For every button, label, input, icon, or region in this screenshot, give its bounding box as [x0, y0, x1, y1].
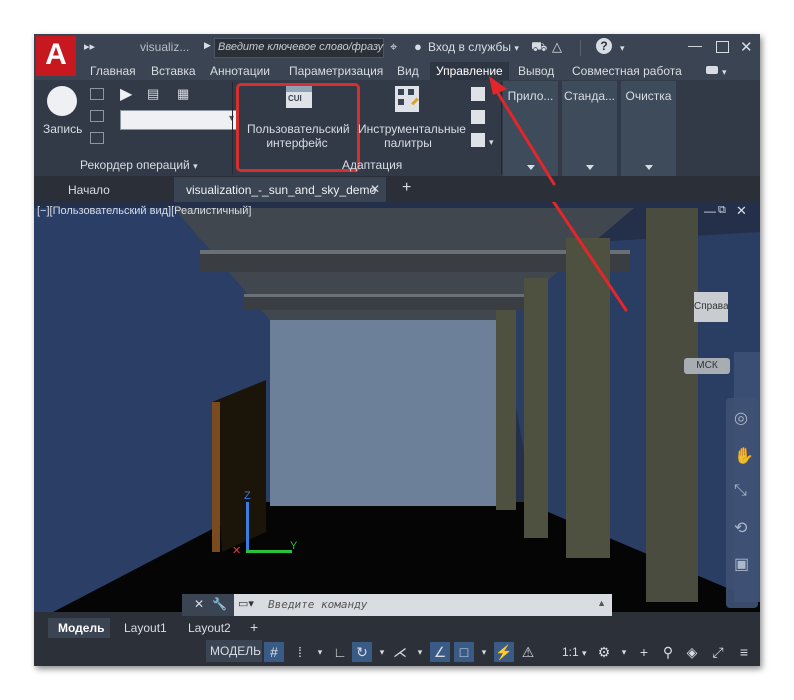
object-snap-dropdown[interactable]: ▾: [474, 642, 494, 662]
workspace-dropdown[interactable]: ▾: [614, 642, 634, 662]
add-layout-button[interactable]: +: [250, 619, 258, 635]
tab-model[interactable]: Модель: [48, 618, 110, 638]
polar-tracking-icon[interactable]: ↻: [352, 642, 372, 662]
snap-icon[interactable]: ⁞: [290, 642, 310, 662]
tab-layout2[interactable]: Layout2: [188, 621, 231, 635]
annotation-scale-value: 1:1: [562, 645, 579, 659]
isodraft-dropdown[interactable]: ▾: [410, 642, 430, 662]
isodraft-icon[interactable]: ⋌: [390, 642, 410, 662]
model-space-label: МОДЕЛЬ: [210, 644, 261, 658]
wrench-icon[interactable]: 🔧: [212, 597, 227, 611]
annotation-arrow-head: [489, 76, 556, 186]
clean-screen-icon[interactable]: ⤢: [708, 642, 728, 662]
autoscale-icon[interactable]: ⚠: [518, 642, 538, 662]
tab-model-label: Модель: [58, 621, 105, 635]
annotation-visibility-icon[interactable]: ⚡: [494, 642, 514, 662]
customization-menu-icon[interactable]: ≡: [734, 642, 754, 662]
autocad-window: A ▸▸ visualiz... ▶ Введите ключевое слов…: [34, 34, 760, 666]
annotation-monitor-icon[interactable]: +: [634, 642, 654, 662]
drawing-viewport[interactable]: [−][Пользовательский вид][Реалистичный] …: [34, 202, 760, 622]
annotation-arrow: [551, 202, 628, 312]
command-placeholder: Введите команду: [268, 598, 368, 611]
polar-dropdown[interactable]: ▾: [372, 642, 392, 662]
object-snap-icon[interactable]: □: [454, 642, 474, 662]
command-history-icon[interactable]: ▭▾: [238, 597, 254, 610]
command-expand-icon[interactable]: ▲: [597, 598, 606, 608]
command-line-controls: ✕ 🔧: [182, 594, 234, 616]
close-command-icon[interactable]: ✕: [194, 597, 204, 611]
gear-icon[interactable]: ⚙: [594, 642, 614, 662]
isolate-objects-icon[interactable]: ⚲: [658, 642, 678, 662]
annotation-scale[interactable]: 1:1 ▾: [562, 645, 587, 659]
tab-layout1[interactable]: Layout1: [124, 621, 167, 635]
hardware-acceleration-icon[interactable]: ◈: [682, 642, 702, 662]
command-input[interactable]: ▭▾ Введите команду ▲: [234, 594, 612, 616]
model-space-button[interactable]: МОДЕЛЬ: [206, 640, 262, 662]
grid-icon[interactable]: #: [264, 642, 284, 662]
ortho-icon[interactable]: ∟: [330, 642, 350, 662]
object-snap-tracking-icon[interactable]: ∠: [430, 642, 450, 662]
snap-dropdown[interactable]: ▾: [310, 642, 330, 662]
